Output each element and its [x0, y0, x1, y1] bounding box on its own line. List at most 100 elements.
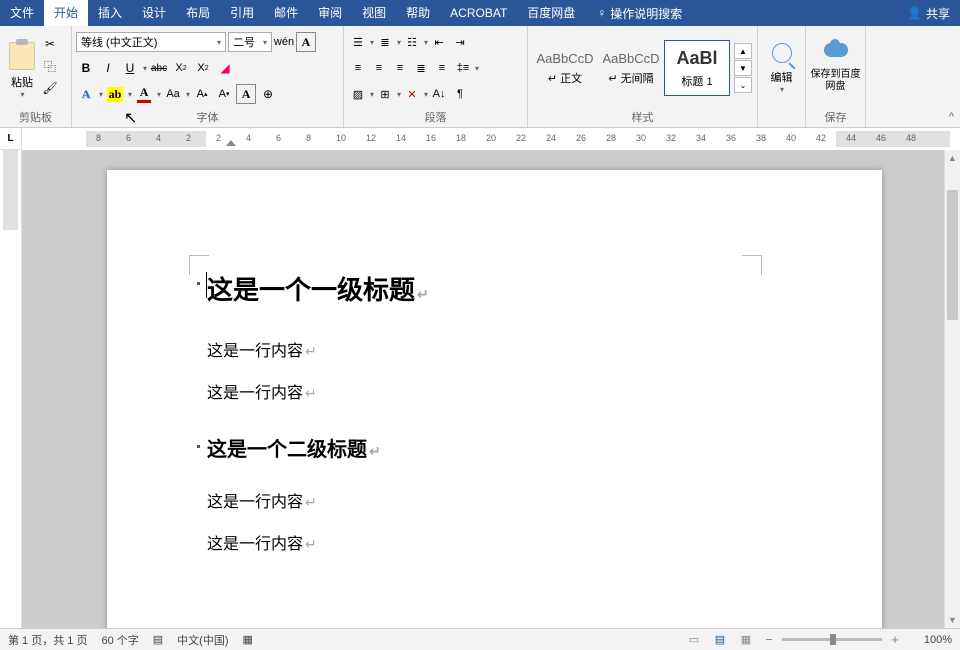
bullets-button[interactable]: ☰	[348, 32, 368, 52]
bullet-icon	[197, 445, 200, 448]
align-left-button[interactable]: ≡	[348, 58, 368, 78]
tab-文件[interactable]: 文件	[0, 0, 44, 26]
tell-me-search[interactable]: ♀操作说明搜索	[597, 5, 682, 22]
body-line[interactable]: 这是一行内容↵	[207, 530, 787, 554]
bold-button[interactable]: B	[76, 58, 96, 78]
macro-button[interactable]: ▦	[243, 633, 253, 646]
chevron-down-icon[interactable]: ▾	[128, 90, 132, 99]
borders-button[interactable]: ⊞	[375, 84, 395, 104]
heading-1[interactable]: 这是一个一级标题↵	[207, 270, 787, 307]
web-layout-button[interactable]: ▦	[736, 632, 756, 648]
zoom-slider-thumb[interactable]	[830, 634, 836, 645]
scrollbar-thumb[interactable]	[947, 190, 958, 320]
zoom-level[interactable]: 100%	[908, 634, 952, 646]
multilevel-list-button[interactable]: ☷	[402, 32, 422, 52]
tab-开始[interactable]: 开始	[44, 0, 88, 26]
shrink-font-button[interactable]: A▾	[214, 84, 234, 104]
first-line-indent-marker[interactable]	[226, 140, 236, 146]
zoom-slider[interactable]	[782, 638, 882, 641]
align-center-button[interactable]: ≡	[369, 58, 389, 78]
highlight-button[interactable]: ab	[105, 84, 125, 104]
paste-button[interactable]: 粘贴 ▾	[4, 29, 40, 107]
chevron-down-icon[interactable]: ▾	[186, 90, 190, 99]
font-name-select[interactable]: 等线 (中文正文) ▾	[76, 32, 226, 52]
document-viewport[interactable]: 这是一个一级标题↵ 这是一行内容↵ 这是一行内容↵ 这是一个二级标题↵ 这是一行内容↵ 这…	[22, 150, 960, 628]
enclose-characters-button[interactable]: ⊕	[258, 84, 278, 104]
tab-帮助[interactable]: 帮助	[396, 0, 440, 26]
tab-百度网盘[interactable]: 百度网盘	[517, 0, 585, 26]
styles-scroll-up[interactable]: ▲	[734, 43, 752, 59]
page[interactable]: 这是一个一级标题↵ 这是一行内容↵ 这是一行内容↵ 这是一个二级标题↵ 这是一行内容↵ 这…	[107, 170, 882, 628]
proofing-button[interactable]: ▤	[153, 633, 163, 646]
subscript-button[interactable]: X2	[171, 58, 191, 78]
vertical-ruler[interactable]	[0, 150, 22, 628]
clear-formatting-button[interactable]: ◢	[215, 58, 235, 78]
justify-button[interactable]: ≣	[411, 58, 431, 78]
shading-button[interactable]: ▨	[348, 84, 368, 104]
increase-indent-button[interactable]: ⇥	[450, 32, 470, 52]
tab-插入[interactable]: 插入	[88, 0, 132, 26]
style-card[interactable]: AaBbCcD↵ 无间隔	[598, 40, 664, 96]
sort-button[interactable]: A↓	[429, 84, 449, 104]
vertical-scrollbar[interactable]: ▲ ▼	[944, 150, 960, 628]
font-color-button[interactable]: A	[134, 84, 154, 104]
zoom-out-button[interactable]: −	[762, 632, 776, 647]
character-border-button[interactable]: A	[236, 84, 256, 104]
tab-selector[interactable]: L	[0, 128, 22, 150]
scroll-down-button[interactable]: ▼	[945, 612, 960, 628]
chevron-down-icon[interactable]: ▾	[780, 85, 784, 94]
tab-引用[interactable]: 引用	[220, 0, 264, 26]
distributed-button[interactable]: ≡	[432, 58, 452, 78]
zoom-in-button[interactable]: +	[888, 632, 902, 647]
change-case-button[interactable]: Aa	[163, 84, 183, 104]
line-spacing-button[interactable]: ‡≡	[453, 58, 473, 78]
language-button[interactable]: 中文(中国)	[177, 632, 228, 648]
italic-button[interactable]: I	[98, 58, 118, 78]
ruler-number: 6	[276, 133, 281, 143]
underline-button[interactable]: U	[120, 58, 140, 78]
body-line[interactable]: 这是一行内容↵	[207, 337, 787, 361]
tab-布局[interactable]: 布局	[176, 0, 220, 26]
increase-font-size-button[interactable]: wén	[274, 32, 294, 52]
page-count[interactable]: 第 1 页，共 1 页	[8, 632, 87, 648]
font-size-select[interactable]: 二号 ▾	[228, 32, 272, 52]
styles-scroll-down[interactable]: ▼	[734, 60, 752, 76]
scroll-up-button[interactable]: ▲	[945, 150, 960, 166]
style-card[interactable]: AaBl标题 1	[664, 40, 730, 96]
grow-font-button[interactable]: A▴	[192, 84, 212, 104]
collapse-ribbon-button[interactable]: ^	[949, 111, 954, 123]
cut-button[interactable]: ✂	[40, 35, 60, 53]
align-right-button[interactable]: ≡	[390, 58, 410, 78]
save-to-cloud-button[interactable]: 保存到百度网盘	[810, 29, 861, 107]
tab-acrobat[interactable]: ACROBAT	[440, 0, 517, 26]
read-mode-button[interactable]: ▭	[684, 632, 704, 648]
horizontal-ruler[interactable]: 8642246810121416182022242628303234363840…	[22, 128, 960, 150]
asian-layout-button[interactable]: ✕	[402, 84, 422, 104]
tab-审阅[interactable]: 审阅	[308, 0, 352, 26]
share-button[interactable]: 👤共享	[907, 5, 950, 22]
format-painter-button[interactable]: 🖌	[40, 79, 60, 97]
copy-button[interactable]: ⿻	[40, 57, 60, 75]
tab-视图[interactable]: 视图	[352, 0, 396, 26]
chevron-down-icon[interactable]: ▾	[157, 90, 161, 99]
text-effects-button[interactable]: A	[76, 84, 96, 104]
print-layout-button[interactable]: ▤	[710, 632, 730, 648]
word-count[interactable]: 60 个字	[101, 632, 138, 648]
phonetic-guide-button[interactable]: A	[296, 32, 316, 52]
body-line[interactable]: 这是一行内容↵	[207, 488, 787, 512]
show-marks-button[interactable]: ¶	[450, 84, 470, 104]
styles-expand[interactable]: ⌄	[734, 77, 752, 93]
decrease-indent-button[interactable]: ⇤	[429, 32, 449, 52]
chevron-down-icon[interactable]: ▾	[143, 64, 147, 73]
body-line[interactable]: 这是一行内容↵	[207, 379, 787, 403]
search-icon[interactable]	[772, 43, 792, 63]
superscript-button[interactable]: X2	[193, 58, 213, 78]
numbering-button[interactable]: ≣	[375, 32, 395, 52]
edit-button-label[interactable]: 编辑	[771, 69, 793, 85]
heading-2[interactable]: 这是一个二级标题↵	[207, 433, 787, 462]
tab-邮件[interactable]: 邮件	[264, 0, 308, 26]
chevron-down-icon[interactable]: ▾	[99, 90, 103, 99]
style-card[interactable]: AaBbCcD↵ 正文	[532, 40, 598, 96]
tab-设计[interactable]: 设计	[132, 0, 176, 26]
strikethrough-button[interactable]: abc	[149, 58, 169, 78]
